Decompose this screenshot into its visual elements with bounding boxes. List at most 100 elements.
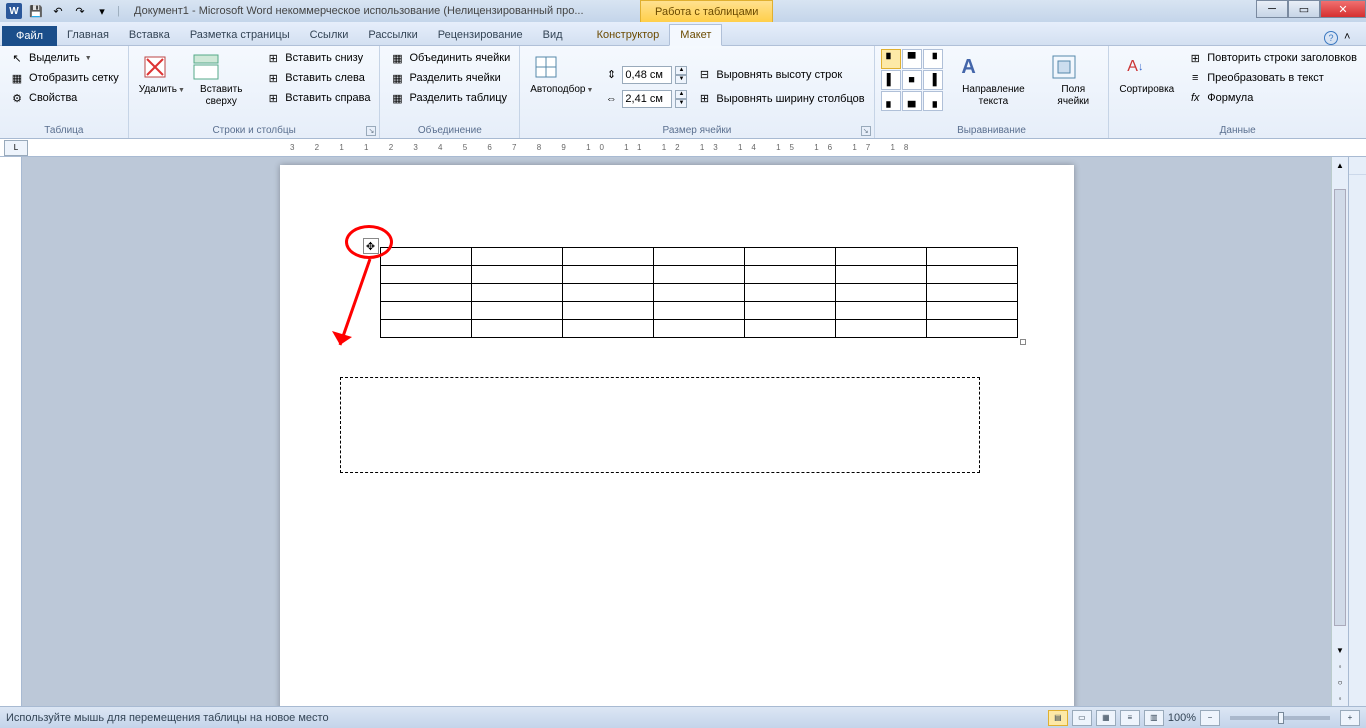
tab-home[interactable]: Главная bbox=[57, 25, 119, 45]
word-app-icon[interactable]: W bbox=[4, 2, 24, 20]
insert-below-button[interactable]: ⊞Вставить снизу bbox=[262, 49, 373, 67]
tab-selector[interactable]: L bbox=[4, 140, 28, 156]
collapse-ribbon-icon[interactable]: ˄ bbox=[1344, 31, 1358, 45]
help-icon[interactable]: ? bbox=[1324, 31, 1338, 45]
vertical-scrollbar[interactable]: ▲ ▼ ◦ ○ ◦ bbox=[1331, 157, 1348, 706]
document-table[interactable] bbox=[380, 247, 1018, 338]
spin-down[interactable]: ▼ bbox=[675, 75, 687, 84]
spin-up[interactable]: ▲ bbox=[675, 90, 687, 99]
page[interactable]: ✥ bbox=[280, 165, 1074, 706]
autofit-button[interactable]: Автоподбор▼ bbox=[526, 49, 597, 124]
ribbon-tabs: Файл Главная Вставка Разметка страницы С… bbox=[0, 22, 1366, 46]
tab-file[interactable]: Файл bbox=[2, 26, 57, 46]
tab-design[interactable]: Конструктор bbox=[587, 25, 670, 45]
tab-mailings[interactable]: Рассылки bbox=[358, 25, 427, 45]
workspace: ✥ ▲ ▼ ◦ ○ ◦ bbox=[0, 157, 1366, 706]
view-web[interactable]: ▦ bbox=[1096, 710, 1116, 726]
tab-page-layout[interactable]: Разметка страницы bbox=[180, 25, 300, 45]
zoom-in-button[interactable]: + bbox=[1340, 710, 1360, 726]
zoom-out-button[interactable]: − bbox=[1200, 710, 1220, 726]
properties-icon: ⚙ bbox=[9, 90, 25, 106]
tab-review[interactable]: Рецензирование bbox=[428, 25, 533, 45]
maximize-button[interactable]: ▭ bbox=[1288, 0, 1320, 18]
align-br[interactable]: ▗ bbox=[923, 91, 943, 111]
tab-view[interactable]: Вид bbox=[533, 25, 573, 45]
formula-icon: fx bbox=[1187, 90, 1203, 106]
title-bar: W 💾 ↶ ↷ ▾ | Документ1 - Microsoft Word н… bbox=[0, 0, 1366, 22]
zoom-slider[interactable] bbox=[1230, 716, 1330, 720]
qat-save-icon[interactable]: 💾 bbox=[26, 2, 46, 20]
align-tl[interactable]: ▘ bbox=[881, 49, 901, 69]
scroll-thumb[interactable] bbox=[1334, 189, 1346, 626]
spin-up[interactable]: ▲ bbox=[675, 66, 687, 75]
to-text-icon: ≡ bbox=[1187, 70, 1203, 86]
minimize-button[interactable]: ─ bbox=[1256, 0, 1288, 18]
col-width-icon: ⇔ bbox=[603, 91, 619, 107]
properties-button[interactable]: ⚙Свойства bbox=[6, 89, 122, 107]
scroll-down[interactable]: ▼ bbox=[1332, 642, 1348, 658]
view-outline[interactable]: ≡ bbox=[1120, 710, 1140, 726]
document-area[interactable]: ✥ bbox=[22, 157, 1331, 706]
group-label: Объединение bbox=[386, 124, 513, 136]
qat-redo-icon[interactable]: ↷ bbox=[70, 2, 90, 20]
insert-above-button[interactable]: Вставить сверху bbox=[186, 49, 256, 124]
prev-page[interactable]: ◦ bbox=[1332, 658, 1348, 674]
dialog-launcher[interactable]: ↘ bbox=[861, 126, 871, 136]
repeat-headers-button[interactable]: ⊞Повторить строки заголовков bbox=[1184, 49, 1360, 67]
zoom-thumb[interactable] bbox=[1278, 712, 1284, 724]
horizontal-ruler[interactable]: L 3 2 1 1 2 3 4 5 6 7 8 9 10 11 12 13 14… bbox=[0, 139, 1366, 157]
delete-button[interactable]: Удалить▼ bbox=[135, 49, 180, 124]
align-tr[interactable]: ▝ bbox=[923, 49, 943, 69]
ruler-toggle[interactable] bbox=[1349, 157, 1366, 175]
sort-button[interactable]: A↓ Сортировка bbox=[1115, 49, 1178, 124]
row-height-icon: ⇕ bbox=[603, 67, 619, 83]
split-table-icon: ▦ bbox=[389, 90, 405, 106]
vertical-ruler[interactable] bbox=[0, 157, 22, 706]
dialog-launcher[interactable]: ↘ bbox=[366, 126, 376, 136]
scroll-up[interactable]: ▲ bbox=[1332, 157, 1348, 173]
browse-object[interactable]: ○ bbox=[1332, 674, 1348, 690]
qat-customize-icon[interactable]: ▾ bbox=[92, 2, 112, 20]
view-full-screen[interactable]: ▭ bbox=[1072, 710, 1092, 726]
split-table-button[interactable]: ▦Разделить таблицу bbox=[386, 89, 513, 107]
group-label: Выравнивание bbox=[881, 124, 1103, 136]
distribute-cols-button[interactable]: ⊞Выровнять ширину столбцов bbox=[693, 90, 867, 108]
text-direction-button[interactable]: A Направление текста bbox=[949, 49, 1039, 124]
zoom-value[interactable]: 100% bbox=[1168, 712, 1196, 724]
insert-left-button[interactable]: ⊞Вставить слева bbox=[262, 69, 373, 87]
insert-above-icon bbox=[190, 51, 222, 83]
grid-icon: ▦ bbox=[9, 70, 25, 86]
convert-to-text-button[interactable]: ≡Преобразовать в текст bbox=[1184, 69, 1360, 87]
col-width-input[interactable] bbox=[622, 90, 672, 108]
cursor-icon: ↖ bbox=[9, 50, 25, 66]
tab-insert[interactable]: Вставка bbox=[119, 25, 180, 45]
distribute-rows-button[interactable]: ⊟Выровнять высоту строк bbox=[693, 66, 867, 84]
insert-right-button[interactable]: ⊞Вставить справа bbox=[262, 89, 373, 107]
align-tc[interactable]: ▀ bbox=[902, 49, 922, 69]
show-gridlines-button[interactable]: ▦Отобразить сетку bbox=[6, 69, 122, 87]
select-button[interactable]: ↖Выделить▼ bbox=[6, 49, 122, 67]
view-draft[interactable]: ▥ bbox=[1144, 710, 1164, 726]
tab-references[interactable]: Ссылки bbox=[300, 25, 359, 45]
table-resize-handle[interactable] bbox=[1020, 339, 1026, 345]
row-height-input[interactable] bbox=[622, 66, 672, 84]
align-bc[interactable]: ▄ bbox=[902, 91, 922, 111]
align-bl[interactable]: ▖ bbox=[881, 91, 901, 111]
view-print-layout[interactable]: ▤ bbox=[1048, 710, 1068, 726]
qat-undo-icon[interactable]: ↶ bbox=[48, 2, 68, 20]
group-merge: ▦Объединить ячейки ▦Разделить ячейки ▦Ра… bbox=[380, 46, 520, 138]
text-direction-icon: A bbox=[953, 51, 985, 83]
close-button[interactable]: ✕ bbox=[1320, 0, 1366, 18]
align-mr[interactable]: ▐ bbox=[923, 70, 943, 90]
formula-button[interactable]: fxФормула bbox=[1184, 89, 1360, 107]
split-cells-button[interactable]: ▦Разделить ячейки bbox=[386, 69, 513, 87]
status-bar: Используйте мышь для перемещения таблицы… bbox=[0, 706, 1366, 728]
align-ml[interactable]: ▌ bbox=[881, 70, 901, 90]
contextual-tab-title: Работа с таблицами bbox=[640, 0, 773, 22]
tab-layout[interactable]: Макет bbox=[669, 24, 722, 46]
cell-margins-button[interactable]: Поля ячейки bbox=[1044, 49, 1102, 124]
align-mc[interactable]: ■ bbox=[902, 70, 922, 90]
next-page[interactable]: ◦ bbox=[1332, 690, 1348, 706]
spin-down[interactable]: ▼ bbox=[675, 99, 687, 108]
merge-cells-button[interactable]: ▦Объединить ячейки bbox=[386, 49, 513, 67]
